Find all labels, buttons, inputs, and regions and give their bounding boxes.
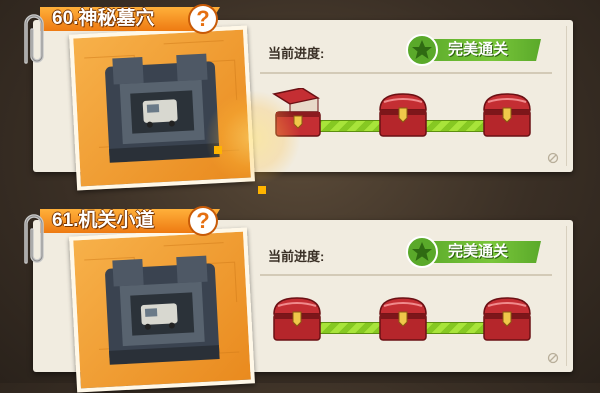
sparkle	[214, 146, 222, 154]
paperclip-icon	[24, 14, 44, 64]
closed-chest-icon[interactable]	[374, 88, 432, 140]
divider	[260, 274, 552, 276]
help-icon[interactable]: ?	[190, 6, 216, 32]
closed-chest-icon[interactable]	[478, 292, 536, 344]
level-thumbnail[interactable]	[69, 25, 255, 191]
help-icon[interactable]: ?	[190, 208, 216, 234]
closed-chest-icon[interactable]	[374, 292, 432, 344]
ban-icon	[547, 152, 559, 164]
status-badge: 完美通关	[406, 34, 541, 66]
progress-label: 当前进度:	[268, 249, 325, 264]
progress-label: 当前进度:	[268, 46, 325, 61]
closed-chest-icon[interactable]	[268, 292, 326, 344]
open-chest-icon[interactable]	[268, 88, 326, 140]
sparkle	[258, 186, 266, 194]
closed-chest-icon[interactable]	[478, 88, 536, 140]
star-icon	[406, 236, 438, 268]
star-icon	[406, 34, 438, 66]
divider	[260, 72, 552, 74]
ban-icon	[547, 352, 559, 364]
status-badge: 完美通关	[406, 236, 541, 268]
paperclip-icon	[24, 214, 44, 264]
level-thumbnail[interactable]	[69, 227, 255, 393]
